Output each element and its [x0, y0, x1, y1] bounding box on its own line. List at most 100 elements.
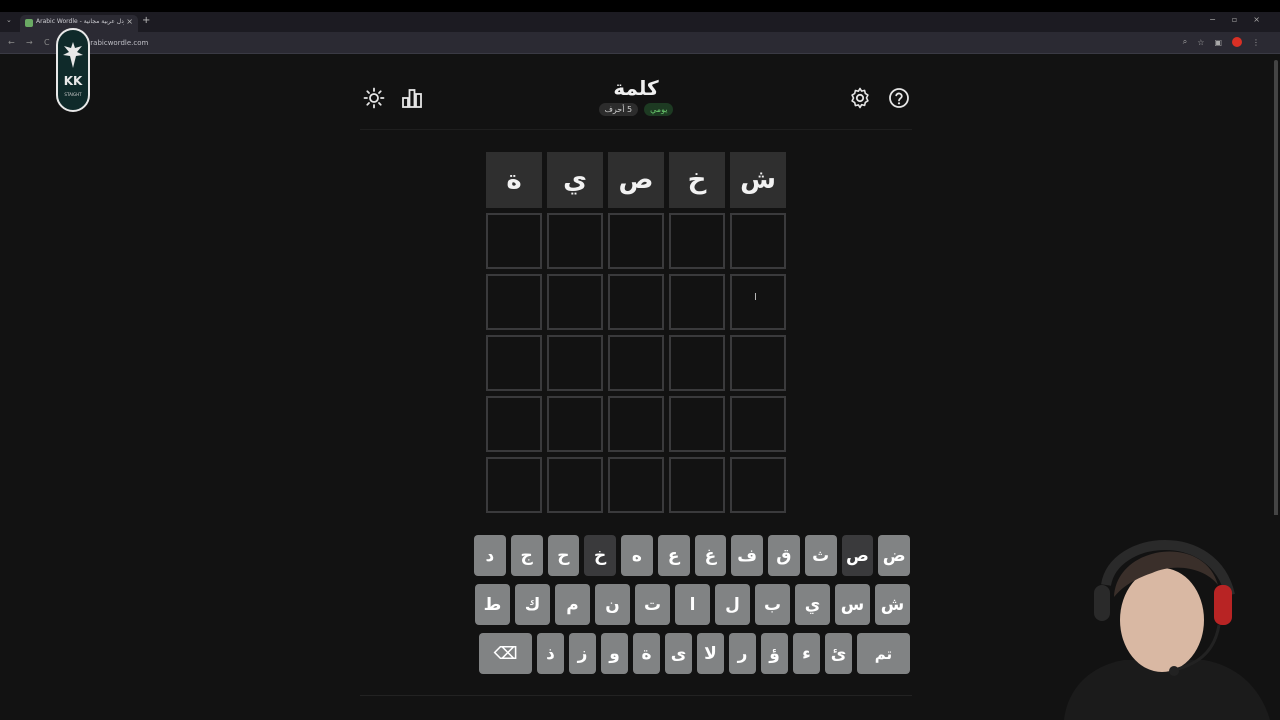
tab-close-icon[interactable]: × [126, 17, 133, 26]
keyboard-key[interactable]: ئ [825, 633, 852, 674]
board-tile [669, 274, 725, 330]
window-top-bar [0, 0, 1280, 12]
back-button[interactable]: ← [8, 38, 15, 47]
board-tile [669, 335, 725, 391]
logo-caption: STAIGHT [64, 92, 82, 97]
help-icon[interactable] [887, 86, 911, 110]
board-tile [547, 213, 603, 269]
keyboard-key[interactable]: ت [635, 584, 670, 625]
keyboard-row-2: شسيبلاتنمكط [474, 584, 910, 625]
board-tile: ة [486, 152, 542, 208]
board-tile [486, 335, 542, 391]
forward-button[interactable]: → [26, 38, 33, 47]
keyboard-key[interactable]: ث [804, 535, 837, 576]
board-tile [730, 457, 786, 513]
keyboard-key[interactable]: ة [633, 633, 660, 674]
keyboard-key[interactable]: ك [515, 584, 550, 625]
backspace-key[interactable]: ⌫ [479, 633, 532, 674]
game-header: كلمة يومي 5 أحرف [360, 70, 912, 130]
on-screen-keyboard: ضصثقفغعهخحجد شسيبلاتنمكط تم ئ ء ؤ ر لا ى ة و ز ذ ⌫ [474, 535, 910, 682]
profile-avatar[interactable] [1232, 37, 1242, 47]
board-tile [730, 335, 786, 391]
keyboard-key[interactable]: ه [621, 535, 653, 576]
board-tile [608, 396, 664, 452]
tab-title: Arabic Wordle - لعبة وردل عربية مجانية [36, 18, 124, 25]
maximize-button[interactable]: ▫ [1232, 15, 1237, 24]
keyboard-key[interactable]: ش [875, 584, 910, 625]
channel-logo: KK STAIGHT [56, 28, 90, 112]
keyboard-key[interactable]: غ [694, 535, 727, 576]
address-bar: ← → C arabicwordle.com ⌕ ☆ ▣ ⋮ [0, 32, 1280, 54]
window-controls: − ▫ × [1209, 15, 1260, 24]
keyboard-row-1: ضصثقفغعهخحجد [474, 535, 910, 576]
mode-badges: يومي 5 أحرف [360, 103, 912, 116]
keyboard-key[interactable]: ى [665, 633, 692, 674]
board-tile: ش [730, 152, 786, 208]
keyboard-key[interactable]: ي [795, 584, 830, 625]
zoom-icon[interactable]: ⌕ [1183, 37, 1187, 47]
keyboard-key[interactable]: ذ [537, 633, 564, 674]
extensions-icon[interactable]: ▣ [1214, 38, 1222, 47]
site-favicon-icon [25, 19, 33, 27]
keyboard-key[interactable]: د [474, 535, 506, 576]
keyboard-key[interactable]: ف [731, 535, 763, 576]
board-tile [608, 213, 664, 269]
board-tile [608, 274, 664, 330]
footer-divider [360, 695, 912, 696]
keyboard-key[interactable]: ب [755, 584, 790, 625]
tab-list-button[interactable]: ⌄ [6, 16, 12, 24]
keyboard-key[interactable]: ل [715, 584, 750, 625]
minimize-button[interactable]: − [1209, 15, 1216, 24]
keyboard-key[interactable]: ق [768, 535, 800, 576]
menu-kebab-icon[interactable]: ⋮ [1252, 38, 1260, 47]
daily-badge[interactable]: يومي [644, 103, 674, 116]
board-tile [608, 457, 664, 513]
page-title: كلمة [613, 76, 659, 100]
board-tile [730, 396, 786, 452]
new-tab-button[interactable]: + [142, 15, 150, 26]
keyboard-key[interactable]: ء [793, 633, 820, 674]
bookmark-star-icon[interactable]: ☆ [1197, 38, 1204, 47]
board-tile [547, 335, 603, 391]
board-tile: خ [669, 152, 725, 208]
board-tile [669, 213, 725, 269]
keyboard-key[interactable]: و [601, 633, 628, 674]
keyboard-key[interactable]: ر [729, 633, 756, 674]
settings-icon[interactable] [848, 86, 872, 110]
keyboard-key[interactable]: ؤ [761, 633, 788, 674]
mouse-cursor: I [754, 292, 757, 303]
keyboard-key[interactable]: ط [475, 584, 510, 625]
keyboard-key[interactable]: ج [510, 535, 543, 576]
url-text[interactable]: arabicwordle.com [86, 39, 148, 47]
board-tile [608, 335, 664, 391]
keyboard-key[interactable]: س [835, 584, 870, 625]
board-tile [486, 213, 542, 269]
tab-strip [0, 12, 1280, 32]
board-tile: ي [547, 152, 603, 208]
keyboard-key[interactable]: م [555, 584, 590, 625]
keyboard-key[interactable]: ح [547, 535, 580, 576]
keyboard-key[interactable]: ا [675, 584, 710, 625]
keyboard-row-3: تم ئ ء ؤ ر لا ى ة و ز ذ ⌫ [474, 633, 910, 674]
keyboard-key[interactable]: ن [595, 584, 630, 625]
keyboard-key[interactable]: خ [584, 535, 616, 576]
keyboard-key[interactable]: ع [657, 535, 690, 576]
board-tile [669, 396, 725, 452]
word-length-badge[interactable]: 5 أحرف [598, 103, 639, 116]
enter-key[interactable]: تم [857, 633, 910, 674]
keyboard-key[interactable]: ص [841, 535, 874, 576]
keyboard-key[interactable]: ز [569, 633, 596, 674]
reload-button[interactable]: C [44, 38, 50, 47]
close-window-button[interactable]: × [1253, 15, 1260, 24]
board-tile [547, 396, 603, 452]
keyboard-key[interactable]: لا [697, 633, 724, 674]
logo-mark: KK [63, 74, 83, 88]
board-tile: ص [608, 152, 664, 208]
board-tile [547, 274, 603, 330]
board-tile [486, 396, 542, 452]
board-tile [547, 457, 603, 513]
board-tile [730, 274, 786, 330]
webcam-overlay [1054, 515, 1280, 720]
keyboard-key[interactable]: ض [878, 535, 910, 576]
address-bar-icons: ⌕ ☆ ▣ ⋮ [1183, 37, 1260, 47]
